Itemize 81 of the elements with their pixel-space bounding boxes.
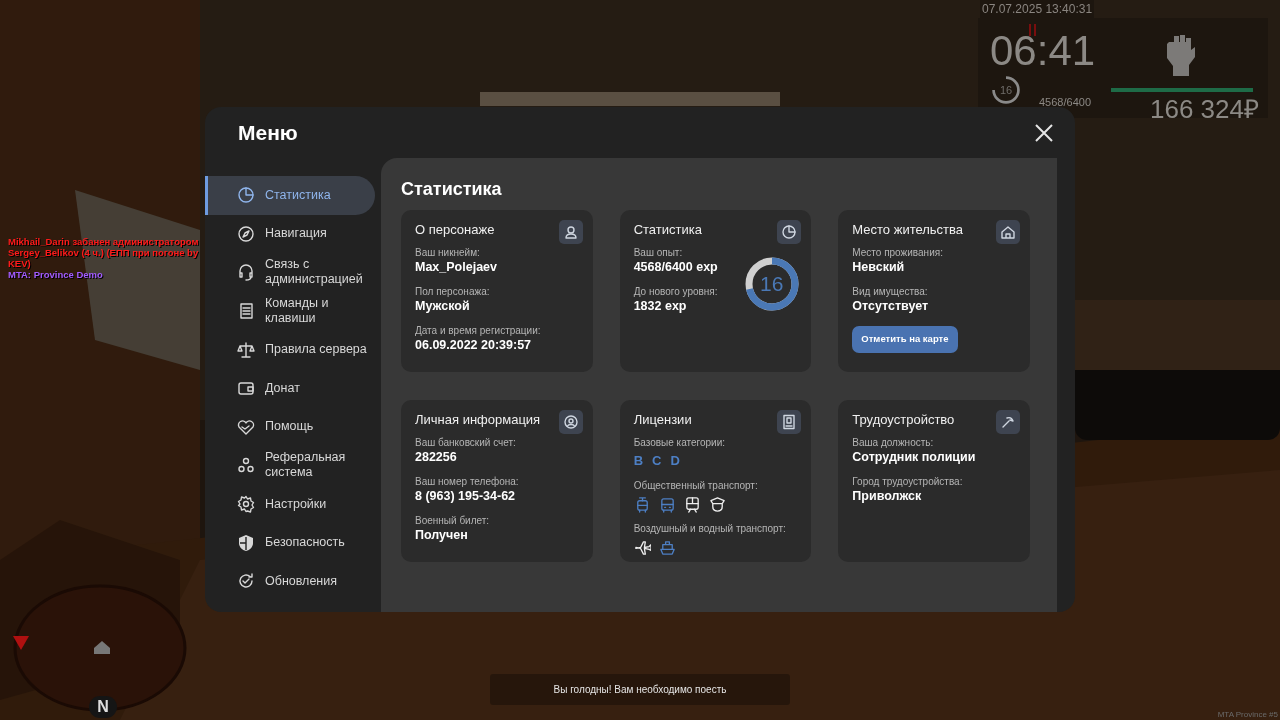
card-title: Лицензии <box>633 412 692 428</box>
sidebar-icon <box>237 224 255 243</box>
sidebar-item[interactable]: Реферальная система <box>205 446 381 485</box>
chat-message: Mikhail_Darin забанен администратором Sergey_Belikov (4 ч.) (ЕПП при погоне by KEV) <box>8 236 200 269</box>
close-icon[interactable] <box>1035 123 1053 142</box>
field-value: 06.09.2022 20:39:57 <box>415 337 533 354</box>
sidebar-item[interactable]: Безопасность <box>205 523 381 562</box>
sidebar-item[interactable]: Донат <box>205 368 381 408</box>
map-button[interactable]: Отметить на карте <box>852 326 958 353</box>
field-label: Ваш номер телефона: <box>415 475 520 488</box>
notification: Вы голодны! Вам необходимо поесть <box>490 674 790 705</box>
field-label: Город трудоустройства: <box>852 475 964 488</box>
field-label: Ваш банковский счет: <box>415 436 517 449</box>
field-label: Дата и время регистрации: <box>415 324 542 337</box>
sidebar-item[interactable]: Статистика <box>205 176 375 215</box>
field-value: 1832 exp <box>633 298 688 315</box>
card-icon <box>996 220 1020 244</box>
license-category: D <box>670 452 680 471</box>
sidebar-item[interactable]: Команды и клавиши <box>205 291 381 331</box>
date-time: 07.07.2025 13:40:31 <box>980 0 1095 18</box>
card-icon <box>558 220 583 244</box>
game-clock: 06:41 <box>990 30 1096 72</box>
sidebar-item[interactable]: Настройки <box>205 484 381 524</box>
sidebar-icon <box>237 456 255 475</box>
exp-counter: 4568/6400 <box>1039 95 1091 110</box>
card-icon <box>777 410 802 434</box>
field-label: Ваша должность: <box>852 436 935 449</box>
sidebar-icon <box>237 263 255 282</box>
sidebar-icon <box>237 379 255 398</box>
field-value: Получен <box>415 527 469 544</box>
sidebar-icon <box>237 572 255 591</box>
card-title: Место жительства <box>852 222 964 238</box>
card-icon <box>777 220 802 244</box>
sidebar-item[interactable]: Помощь <box>205 407 381 447</box>
sidebar-item[interactable]: Связь с администрацией <box>205 253 381 292</box>
level-number: 16 <box>758 271 785 298</box>
field-label: Базовые категории: <box>633 436 726 449</box>
menu-title: Меню <box>238 119 298 146</box>
field-label: Ваш никнейм: <box>415 246 481 259</box>
card-icon <box>558 410 583 434</box>
sidebar-item[interactable]: Правила сервера <box>205 330 381 369</box>
sidebar-item[interactable]: Навигация <box>205 214 381 254</box>
server-label: MTA Province #5 <box>1217 710 1278 720</box>
field-value: 282256 <box>415 449 458 466</box>
card-title: Личная информация <box>415 412 541 428</box>
field-value: Невский <box>852 259 906 276</box>
level-number: 16 <box>1000 85 1013 96</box>
fist-icon <box>1165 34 1195 76</box>
page-title: Статистика <box>401 178 503 200</box>
alert-icon <box>1029 24 1036 36</box>
sidebar-icon <box>237 417 255 436</box>
field-label: Общественный транспорт: <box>633 479 759 492</box>
field-label: Пол персонажа: <box>415 285 491 298</box>
field-label: Ваш опыт: <box>633 246 684 259</box>
sidebar-icon <box>237 533 255 552</box>
card-title: О персонаже <box>415 222 495 238</box>
sidebar-icon <box>237 340 255 359</box>
field-label: До нового уровня: <box>633 285 719 298</box>
field-label: Воздушный и водный транспорт: <box>633 522 787 535</box>
sidebar-icon <box>237 495 255 514</box>
sidebar-icon <box>237 302 255 321</box>
field-value: Отсутствует <box>852 298 930 315</box>
field-label: Вид имущества: <box>852 285 929 298</box>
money: 166 324₽ <box>1150 96 1259 122</box>
card-title: Статистика <box>633 222 702 238</box>
field-value: Max_Polejaev <box>415 259 498 276</box>
card-icon <box>996 410 1020 434</box>
sidebar-icon <box>237 186 255 205</box>
field-value: 4568/6400 exp <box>633 259 719 276</box>
field-value: Сотрудник полиции <box>852 449 977 466</box>
field-value: Мужской <box>415 298 471 315</box>
license-category: B <box>633 452 644 471</box>
chat-message: MTA: Province Demo <box>8 269 103 280</box>
card-title: Трудоустройство <box>852 412 955 428</box>
field-value: Приволжск <box>852 488 923 505</box>
field-value: 8 (963) 195-34-62 <box>415 488 517 505</box>
license-category: C <box>652 452 662 471</box>
field-label: Военный билет: <box>415 514 491 527</box>
ring-icon <box>990 74 1022 106</box>
field-label: Место проживания: <box>852 246 944 259</box>
sidebar-item[interactable]: Обновления <box>205 561 381 601</box>
